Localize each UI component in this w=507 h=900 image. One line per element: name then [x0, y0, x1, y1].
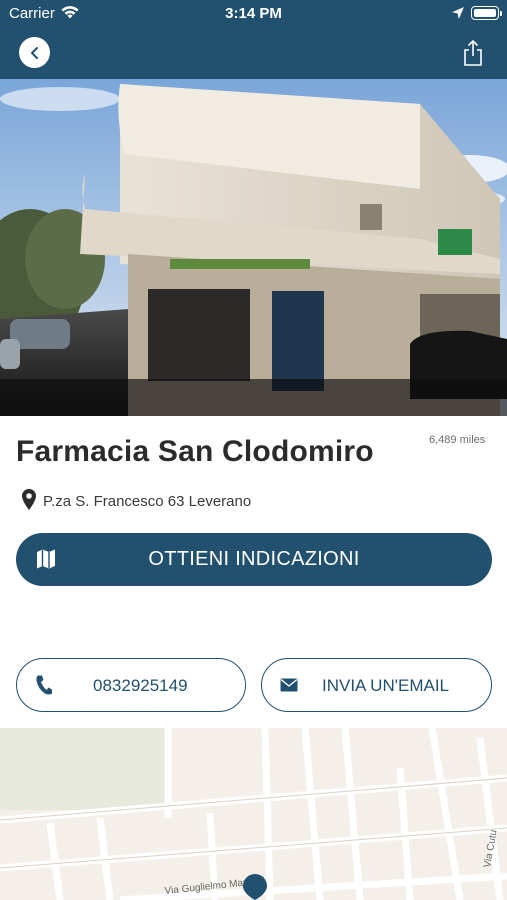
share-icon [464, 39, 482, 66]
pharmacy-name: Farmacia San Clodomiro [16, 435, 374, 468]
pharmacy-photo [0, 79, 507, 416]
directions-button[interactable]: OTTIENI INDICAZIONI [16, 533, 492, 586]
location-map[interactable]: Via Guglielmo Marconi Via Cutu [0, 728, 507, 900]
back-button[interactable] [19, 37, 50, 68]
distance-label: 6,489 miles [429, 434, 486, 446]
map-pin-icon [20, 488, 38, 517]
email-button[interactable]: INVIA UN'EMAIL [261, 658, 492, 712]
battery-icon [471, 6, 502, 20]
envelope-icon [280, 678, 298, 697]
phone-icon [35, 674, 53, 701]
chevron-left-icon [30, 46, 38, 59]
call-button[interactable]: 0832925149 [16, 658, 246, 712]
phone-number: 0832925149 [93, 676, 188, 695]
share-button[interactable] [461, 39, 485, 67]
navigation-bar: Carrier 3:14 PM [0, 0, 507, 79]
address-label: P.za S. Francesco 63 Leverano [43, 493, 252, 510]
status-bar: Carrier 3:14 PM [0, 0, 507, 28]
location-arrow-icon [451, 6, 465, 24]
clock: 3:14 PM [225, 5, 282, 22]
directions-label: OTTIENI INDICAZIONI [148, 548, 360, 570]
email-label: INVIA UN'EMAIL [322, 676, 450, 695]
